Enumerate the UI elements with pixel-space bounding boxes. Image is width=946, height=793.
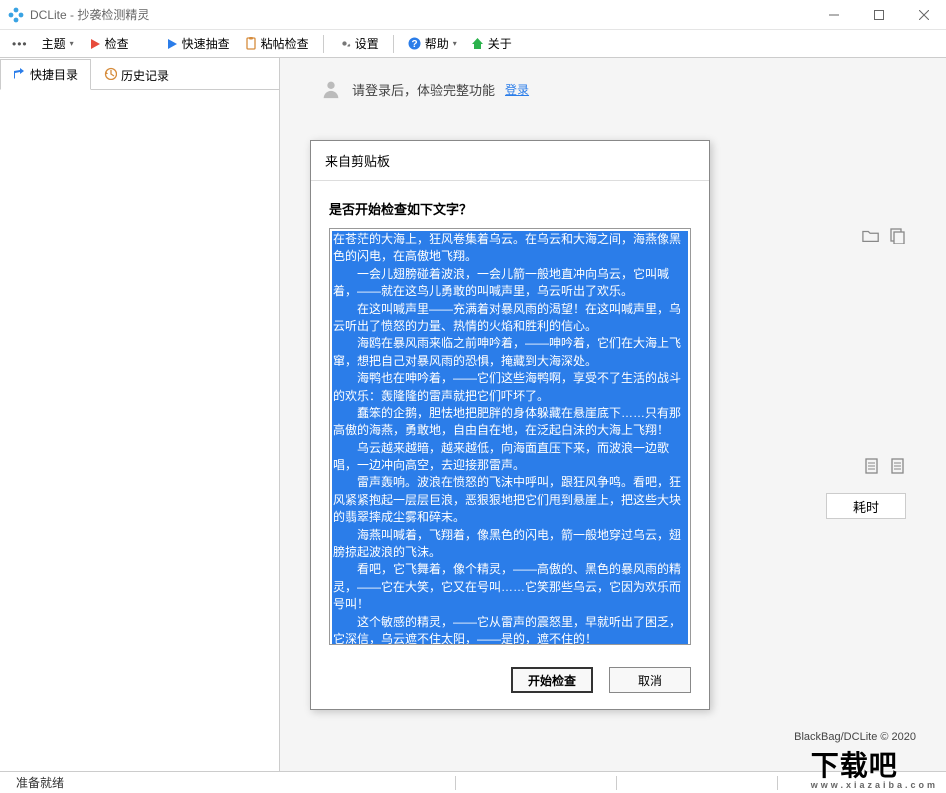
play-icon: [165, 37, 179, 51]
dialog-text-area[interactable]: 在苍茫的大海上，狂风卷集着乌云。在乌云和大海之间，海燕像黑色的闪电，在高傲地飞翔…: [329, 228, 691, 645]
copy-icon[interactable]: [890, 228, 906, 247]
tab-quick-dir-label: 快捷目录: [30, 66, 78, 83]
check-button[interactable]: 检查: [82, 32, 135, 55]
chevron-down-icon: ▾: [70, 39, 74, 48]
status-ready: 准备就绪: [8, 774, 72, 791]
time-label: 耗时: [853, 497, 879, 516]
gear-icon: [338, 37, 352, 51]
help-label: 帮助: [425, 35, 449, 52]
login-prompt-row: 请登录后，体验完整功能 登录: [310, 78, 916, 100]
toolbar-separator: [323, 35, 324, 53]
start-check-button[interactable]: 开始检查: [511, 667, 593, 693]
tab-history[interactable]: 历史记录: [91, 59, 182, 90]
folder-open-icon[interactable]: [862, 228, 880, 247]
document-icon[interactable]: [864, 458, 880, 477]
dialog-heading: 是否开始检查如下文字？: [311, 181, 709, 228]
tab-history-label: 历史记录: [121, 67, 169, 84]
toolbar-separator: [393, 35, 394, 53]
document-icon[interactable]: [890, 458, 906, 477]
play-icon: [88, 37, 102, 51]
right-icon-group-1: [862, 228, 906, 247]
footer-brand: BlackBag/DCLite © 2020: [794, 731, 916, 743]
clipboard-dialog: 来自剪贴板 是否开始检查如下文字？ 在苍茫的大海上，狂风卷集着乌云。在乌云和大海…: [310, 140, 710, 710]
close-button[interactable]: [901, 0, 946, 30]
help-button[interactable]: ? 帮助 ▾: [402, 32, 463, 55]
svg-text:?: ?: [412, 39, 418, 50]
help-icon: ?: [408, 37, 422, 51]
dialog-selected-text: 在苍茫的大海上，狂风卷集着乌云。在乌云和大海之间，海燕像黑色的闪电，在高傲地飞翔…: [332, 231, 688, 645]
window-title: DCLite - 抄袭检测精灵: [30, 6, 149, 23]
login-prompt-text: 请登录后，体验完整功能: [352, 80, 495, 99]
settings-button[interactable]: 设置: [332, 32, 385, 55]
time-elapsed-box: 耗时: [826, 493, 906, 519]
dialog-title: 来自剪贴板: [311, 141, 709, 181]
ellipsis-button[interactable]: •••: [6, 34, 34, 54]
chevron-down-icon: ▾: [453, 39, 457, 48]
about-button[interactable]: 关于: [465, 32, 518, 55]
dialog-button-row: 开始检查 取消: [311, 655, 709, 709]
quick-draw-label: 快速抽查: [182, 35, 230, 52]
paste-check-label: 粘帖检查: [261, 35, 309, 52]
statusbar: 准备就绪: [0, 771, 946, 793]
cancel-button[interactable]: 取消: [609, 667, 691, 693]
share-icon: [13, 67, 26, 83]
sidebar-tabs: 快捷目录 历史记录: [0, 58, 279, 90]
right-icon-group-2: [864, 458, 906, 477]
settings-label: 设置: [355, 35, 379, 52]
about-label: 关于: [488, 35, 512, 52]
clipboard-icon: [244, 37, 258, 51]
tab-quick-dir[interactable]: 快捷目录: [0, 59, 91, 90]
theme-label: 主题: [42, 35, 66, 52]
home-icon: [471, 37, 485, 51]
login-link[interactable]: 登录: [505, 81, 529, 98]
avatar-icon: [320, 78, 342, 100]
toolbar: ••• 主题 ▾ 检查 快速抽查 粘帖检查 设置 ? 帮助 ▾ 关于: [0, 30, 946, 58]
history-icon: [104, 67, 117, 83]
quick-draw-button[interactable]: 快速抽查: [159, 32, 236, 55]
check-label: 检查: [105, 35, 129, 52]
paste-check-button[interactable]: 粘帖检查: [238, 32, 315, 55]
minimize-button[interactable]: [811, 0, 856, 30]
titlebar: DCLite - 抄袭检测精灵: [0, 0, 946, 30]
sidebar: 快捷目录 历史记录: [0, 58, 280, 771]
theme-button[interactable]: 主题 ▾: [36, 32, 80, 55]
maximize-button[interactable]: [856, 0, 901, 30]
app-logo-icon: [8, 7, 24, 23]
